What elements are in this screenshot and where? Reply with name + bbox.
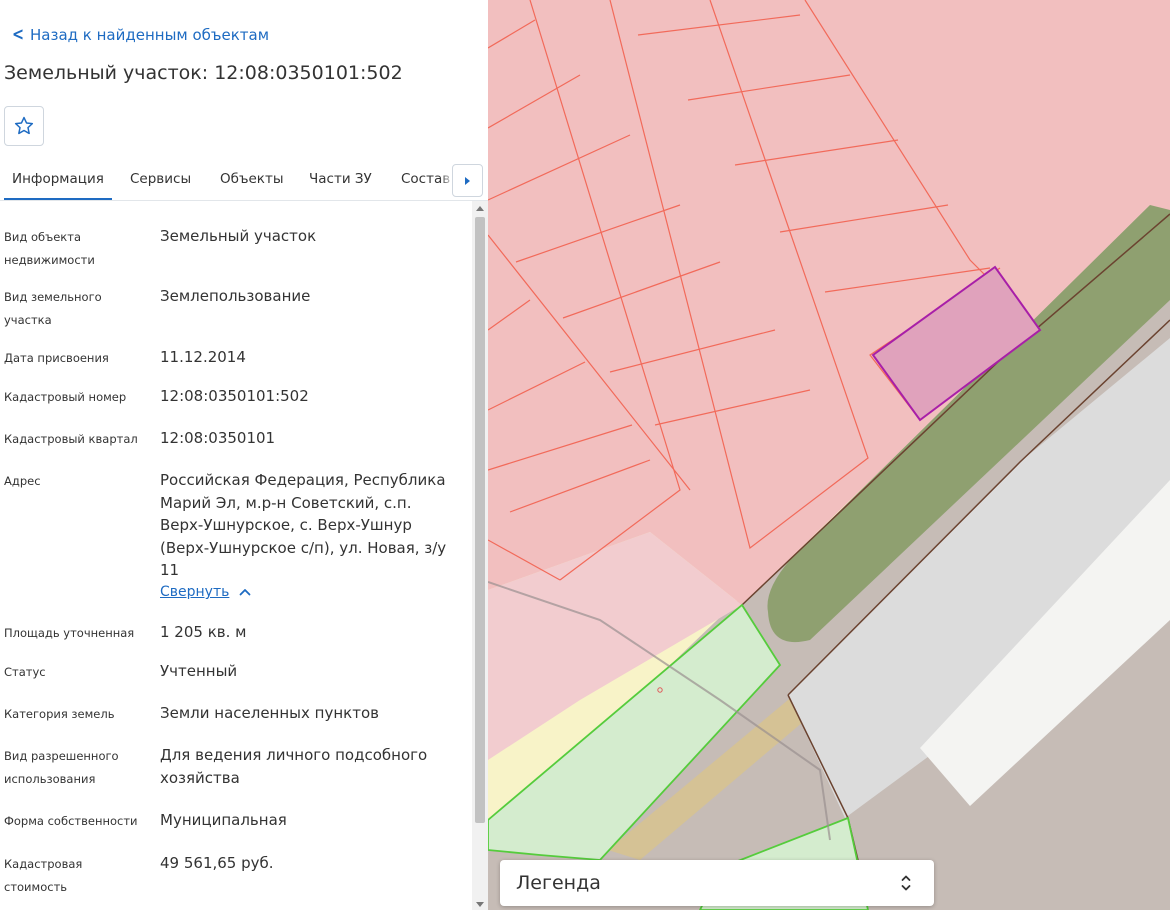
field-value-cadastral-number: 12:08:0350101:502: [160, 387, 309, 405]
field-value-ownership: Муниципальная: [160, 811, 287, 829]
tab-bar: Информация Сервисы Объекты Части ЗУ Сост…: [0, 160, 488, 201]
legend-selector[interactable]: Легенда: [500, 860, 934, 906]
chevron-up-down-icon: [901, 875, 911, 891]
tabs-scroll-right-button[interactable]: [452, 164, 483, 197]
field-value-land-category: Земли населенных пунктов: [160, 704, 379, 722]
field-value-cadastral-quarter: 12:08:0350101: [160, 429, 276, 447]
field-value-status: Учтенный: [160, 662, 238, 680]
field-value-assignment-date: 11.12.2014: [160, 348, 246, 366]
panel-scrollbar[interactable]: [472, 201, 488, 910]
field-value-parcel-type: Землепользование: [160, 287, 311, 305]
field-label-status: Статус: [4, 665, 46, 679]
field-label-land-category: Категория земель: [4, 707, 115, 721]
map-view[interactable]: [488, 0, 1170, 910]
page-title: Земельный участок: 12:08:0350101:502: [4, 62, 403, 84]
field-label-cadastral-value: Кадастровая стоимость: [4, 857, 83, 894]
field-label-object-type: Вид объекта недвижимости: [4, 230, 95, 267]
back-link[interactable]: < Назад к найденным объектам: [10, 24, 269, 46]
app-root: < Назад к найденным объектам Земельный у…: [0, 0, 1170, 910]
field-value-permitted-use: Для ведения личного подсобного хозяйства: [160, 746, 428, 787]
tab-objects[interactable]: Объекты: [212, 160, 291, 200]
address-collapse-link[interactable]: Свернуть: [160, 584, 251, 600]
field-value-address: Российская Федерация, Республика Марий Э…: [160, 471, 447, 579]
field-value-cadastral-value: 49 561,65 руб.: [160, 854, 274, 872]
caret-right-icon: [465, 176, 470, 185]
field-label-area: Площадь уточненная: [4, 626, 135, 640]
info-panel: < Назад к найденным объектам Земельный у…: [0, 0, 488, 910]
favorite-button[interactable]: [4, 106, 44, 146]
field-label-parcel-type: Вид земельного участка: [4, 290, 102, 327]
star-outline-icon: [14, 116, 34, 135]
field-label-address: Адрес: [4, 474, 41, 488]
tab-information[interactable]: Информация: [4, 160, 112, 200]
scroll-down-arrow-icon[interactable]: [476, 902, 484, 907]
field-label-cadastral-quarter: Кадастровый квартал: [4, 432, 138, 446]
address-collapse-label: Свернуть: [160, 584, 230, 600]
chevron-up-icon: [239, 589, 251, 596]
tab-services[interactable]: Сервисы: [122, 160, 199, 200]
legend-label: Легенда: [516, 872, 601, 894]
field-label-cadastral-number: Кадастровый номер: [4, 390, 127, 404]
tab-parcel-parts[interactable]: Части ЗУ: [301, 160, 380, 200]
back-link-label: Назад к найденным объектам: [30, 26, 270, 44]
cadastral-map[interactable]: [488, 0, 1170, 910]
scroll-up-arrow-icon[interactable]: [476, 206, 484, 211]
field-label-assignment-date: Дата присвоения: [4, 351, 109, 365]
field-label-ownership: Форма собственности: [4, 814, 138, 828]
field-value-object-type: Земельный участок: [160, 227, 317, 245]
chevron-left-icon: <: [12, 24, 25, 45]
scrollbar-thumb[interactable]: [475, 217, 485, 823]
field-label-permitted-use: Вид разрешенного использования: [4, 749, 119, 786]
field-value-area: 1 205 кв. м: [160, 623, 247, 641]
